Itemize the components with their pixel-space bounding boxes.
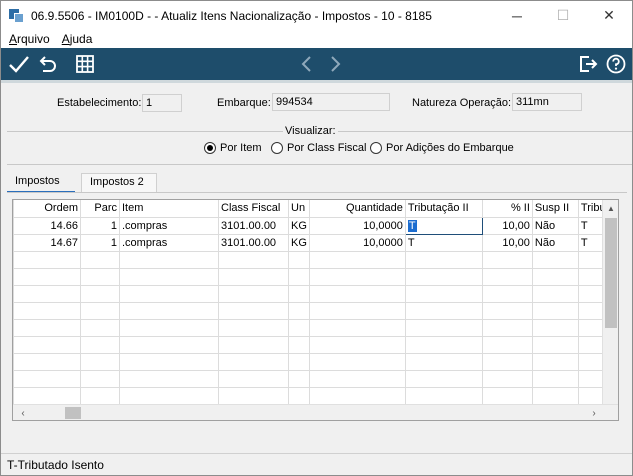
cell-percent-ii[interactable]: 10,00 [481, 216, 533, 235]
estabelecimento-field[interactable]: 1 [142, 94, 182, 112]
impostos-grid[interactable]: Ordem Parc Item Class Fiscal Un Quantida… [12, 199, 619, 421]
cell-ordem[interactable]: 14.66 [13, 216, 81, 235]
cell-quantidade[interactable]: 10,0000 [308, 216, 406, 235]
cell-susp-ii[interactable]: Não [531, 233, 579, 252]
cell-quantidade[interactable]: 10,0000 [308, 233, 406, 252]
scroll-up-icon[interactable]: ▲ [603, 200, 618, 216]
cell-susp-ii[interactable]: Não [531, 216, 579, 235]
window-title: 06.9.5506 - IM0100D - - Atualiz Itens Na… [31, 8, 432, 23]
radio-por-adicoes[interactable]: Por Adições do Embarque [370, 142, 514, 154]
empty-row [13, 386, 609, 405]
cell-item[interactable]: .compras [119, 233, 219, 252]
menu-arquivo[interactable]: Arquivo [9, 32, 50, 46]
radio-por-item[interactable]: Por Item [204, 142, 262, 154]
cell-class-fiscal[interactable]: 3101.00.00 [218, 233, 289, 252]
maximize-button[interactable]: ☐ [540, 1, 586, 30]
minimize-button[interactable]: ─ [494, 1, 540, 30]
cell-item[interactable]: .compras [119, 216, 219, 235]
empty-row [13, 335, 609, 354]
natureza-operacao-label: Natureza Operação: [412, 97, 512, 109]
scroll-left-icon[interactable]: ‹ [15, 405, 31, 420]
col-un-header[interactable]: Un [288, 200, 310, 218]
col-parc-header[interactable]: Parc [80, 200, 120, 218]
cell-un[interactable]: KG [288, 216, 310, 235]
main-window: 06.9.5506 - IM0100D - - Atualiz Itens Na… [0, 0, 633, 476]
cell-parc[interactable]: 1 [80, 216, 120, 235]
horizontal-scroll-thumb[interactable] [65, 407, 81, 419]
status-bar: T-Tributado Isento [1, 453, 632, 475]
cell-tributacao-ii-editor[interactable]: T [404, 216, 483, 235]
cell-class-fiscal[interactable]: 3101.00.00 [218, 216, 289, 235]
radio-unchecked-icon [370, 142, 382, 154]
menu-bar: Arquivo Ajuda [1, 30, 632, 48]
undo-icon[interactable] [35, 52, 59, 76]
visualizar-label: Visualizar: [283, 125, 338, 137]
app-icon [9, 8, 25, 23]
menu-ajuda[interactable]: Ajuda [62, 32, 93, 46]
table-row[interactable]: 14.66 1 .compras 3101.00.00 KG 10,0000 T… [13, 216, 609, 235]
col-ordem-header[interactable]: Ordem [13, 200, 81, 218]
grid-icon[interactable] [73, 52, 97, 76]
col-item-header[interactable]: Item [119, 200, 219, 218]
col-percent-ii-header[interactable]: % II [481, 200, 533, 218]
natureza-operacao-field[interactable]: 311mn [512, 93, 582, 111]
close-button[interactable]: ✕ [586, 1, 632, 30]
estabelecimento-label: Estabelecimento: [57, 97, 142, 109]
col-susp-ii-header[interactable]: Susp II [531, 200, 579, 218]
tab-panel-border [7, 192, 627, 193]
check-icon[interactable] [7, 52, 31, 76]
vertical-scrollbar[interactable]: ▲ [602, 200, 618, 406]
grid-header-row: Ordem Parc Item Class Fiscal Un Quantida… [13, 200, 609, 218]
chevron-right-icon[interactable] [323, 52, 347, 76]
exit-icon[interactable] [576, 52, 600, 76]
col-class-fiscal-header[interactable]: Class Fiscal [218, 200, 289, 218]
vertical-scroll-thumb[interactable] [605, 218, 617, 328]
empty-row [13, 284, 609, 303]
tab-impostos-2[interactable]: Impostos 2 [81, 173, 157, 193]
col-quantidade-header[interactable]: Quantidade [308, 200, 406, 218]
table-row[interactable]: 14.67 1 .compras 3101.00.00 KG 10,0000 T… [13, 233, 609, 252]
radio-unchecked-icon [271, 142, 283, 154]
embarque-label: Embarque: [217, 97, 271, 109]
cell-tributacao-ii[interactable]: T [404, 233, 483, 252]
horizontal-scrollbar[interactable]: ‹ › [13, 404, 618, 420]
toolbar [1, 48, 632, 80]
cell-un[interactable]: KG [288, 233, 310, 252]
tab-impostos[interactable]: Impostos [7, 173, 75, 193]
cell-ordem[interactable]: 14.67 [13, 233, 81, 252]
chevron-left-icon[interactable] [295, 52, 319, 76]
empty-row [13, 301, 609, 320]
selected-text: T [407, 219, 417, 232]
visualizar-group-bottom [7, 164, 632, 165]
toolbar-separator [1, 80, 632, 83]
radio-por-class-fiscal[interactable]: Por Class Fiscal [271, 142, 366, 154]
empty-row [13, 369, 609, 388]
help-icon[interactable] [604, 52, 628, 76]
empty-row [13, 352, 609, 371]
radio-checked-icon [204, 142, 216, 154]
scroll-right-icon[interactable]: › [586, 405, 602, 420]
col-tributacao-ii-header[interactable]: Tributação II [404, 200, 483, 218]
empty-row [13, 267, 609, 286]
cell-percent-ii[interactable]: 10,00 [481, 233, 533, 252]
empty-row [13, 250, 609, 269]
embarque-field[interactable]: 994534 [272, 93, 390, 111]
title-bar: 06.9.5506 - IM0100D - - Atualiz Itens Na… [1, 1, 632, 30]
empty-row [13, 318, 609, 337]
cell-parc[interactable]: 1 [80, 233, 120, 252]
